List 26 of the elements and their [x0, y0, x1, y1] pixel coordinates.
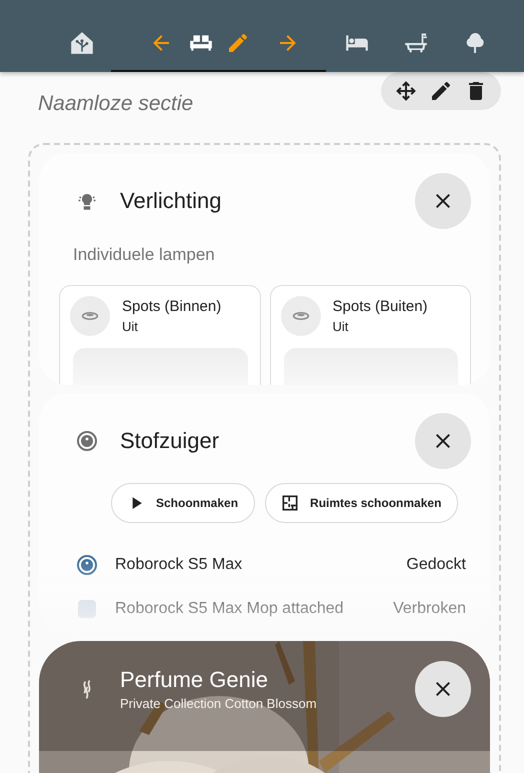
tile-name: Spots (Binnen) [122, 298, 222, 315]
move-icon [394, 79, 418, 103]
card-title: Perfume Genie [120, 667, 269, 693]
light-tile[interactable]: Spots (Buiten) Uit [270, 285, 471, 385]
action-button[interactable]: Ruimtes schoonmaken [265, 483, 458, 523]
ceiling-light-icon [280, 296, 320, 336]
home-logo-icon [69, 30, 95, 56]
action-button[interactable]: Schoonmaken [111, 483, 256, 523]
sensor-icon [75, 597, 99, 621]
robot-vacuum-icon [75, 553, 99, 577]
scent-icon [83, 680, 92, 698]
floor-plan-icon [280, 493, 300, 513]
move-button[interactable] [394, 79, 418, 103]
card-subtitle: Individuele lampen [73, 245, 216, 265]
robot-vacuum-icon [75, 429, 99, 453]
tile-name: Spots (Buiten) [332, 298, 428, 315]
pencil-icon [226, 31, 250, 55]
tile-state: Uit [122, 319, 139, 334]
entity-row[interactable]: Roborock S5 Max Gedockt [59, 543, 471, 587]
section-title: Naamloze sectie [38, 92, 194, 116]
tile-state: Uit [332, 319, 350, 334]
card-subtitle: Private Collection Cotton Blossom [120, 696, 318, 711]
card-title: Stofzuiger [120, 428, 220, 454]
card-title: Verlichting [120, 188, 223, 214]
ceiling-light-icon [70, 296, 110, 336]
light-tile[interactable]: Spots (Binnen) Uit [59, 285, 260, 385]
